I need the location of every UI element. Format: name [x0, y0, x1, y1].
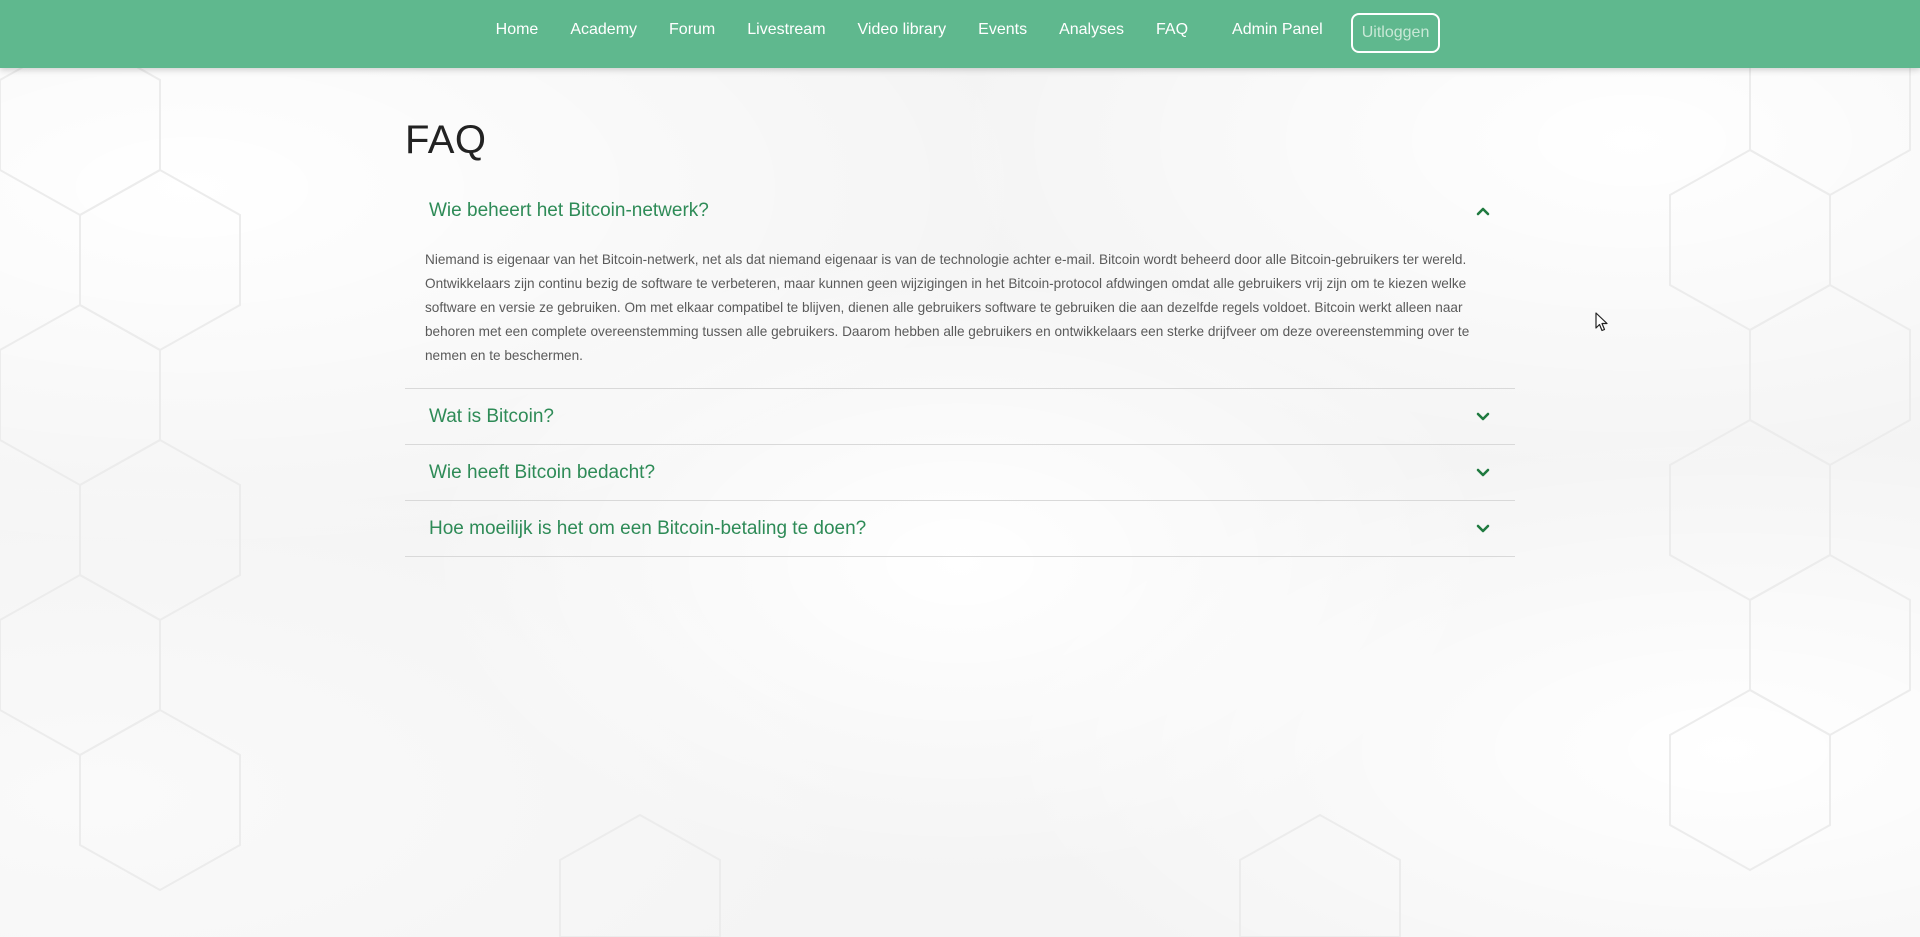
faq-item: Wie beheert het Bitcoin-netwerk? Niemand…	[405, 186, 1515, 389]
nav-item-forum[interactable]: Forum	[653, 0, 731, 64]
nav-item-video-library[interactable]: Video library	[842, 0, 963, 64]
faq-item: Hoe moeilijk is het om een Bitcoin-betal…	[405, 501, 1515, 557]
nav-item-analyses[interactable]: Analyses	[1043, 0, 1140, 64]
main-content: FAQ Wie beheert het Bitcoin-netwerk? Nie…	[405, 68, 1515, 557]
faq-item: Wie heeft Bitcoin bedacht?	[405, 445, 1515, 501]
nav-item-events[interactable]: Events	[962, 0, 1043, 64]
nav-item-livestream[interactable]: Livestream	[731, 0, 841, 64]
nav-item-academy[interactable]: Academy	[554, 0, 653, 64]
faq-accordion: Wie beheert het Bitcoin-netwerk? Niemand…	[405, 186, 1515, 557]
chevron-down-icon	[1475, 521, 1491, 537]
chevron-up-icon	[1475, 203, 1491, 219]
faq-question: Wie beheert het Bitcoin-netwerk?	[429, 200, 709, 221]
faq-question: Wie heeft Bitcoin bedacht?	[429, 461, 656, 483]
nav-item-faq[interactable]: FAQ	[1140, 0, 1204, 64]
faq-question-toggle[interactable]: Wie beheert het Bitcoin-netwerk?	[405, 186, 1515, 236]
faq-item: Wat is Bitcoin?	[405, 389, 1515, 445]
logout-button[interactable]: Uitloggen	[1350, 13, 1441, 53]
top-navbar: Home Academy Forum Livestream Video libr…	[0, 0, 1920, 68]
chevron-down-icon	[1475, 465, 1491, 481]
faq-question: Wat is Bitcoin?	[429, 405, 554, 427]
faq-question: Hoe moeilijk is het om een Bitcoin-betal…	[429, 517, 867, 539]
faq-answer: Niemand is eigenaar van het Bitcoin-netw…	[425, 252, 1470, 363]
faq-question-toggle[interactable]: Wie heeft Bitcoin bedacht?	[405, 445, 1515, 500]
faq-question-toggle[interactable]: Hoe moeilijk is het om een Bitcoin-betal…	[405, 501, 1515, 556]
nav-item-home[interactable]: Home	[480, 0, 555, 64]
nav-menu: Home Academy Forum Livestream Video libr…	[0, 0, 1920, 68]
mouse-cursor-icon	[1595, 312, 1609, 337]
page-title: FAQ	[405, 118, 487, 162]
faq-question-toggle[interactable]: Wat is Bitcoin?	[405, 389, 1515, 444]
nav-item-admin-panel[interactable]: Admin Panel	[1216, 0, 1339, 64]
chevron-down-icon	[1475, 409, 1491, 425]
